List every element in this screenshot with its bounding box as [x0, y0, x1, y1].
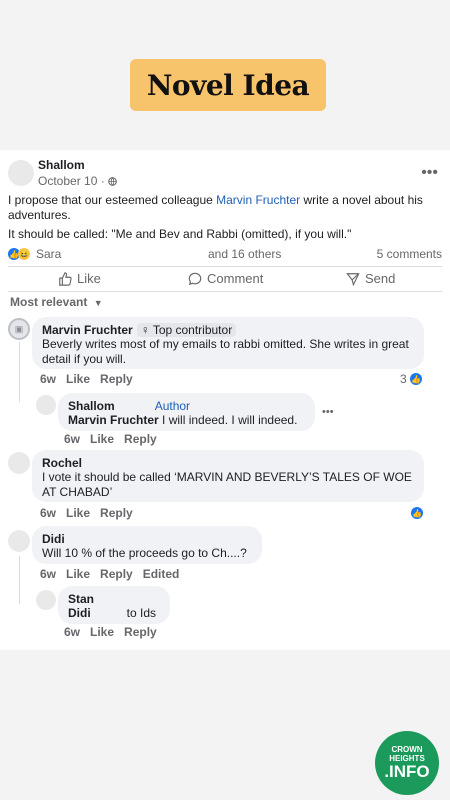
send-label: Send	[365, 271, 396, 286]
comment-icon	[188, 272, 202, 285]
comment-like-button[interactable]: Like	[66, 506, 90, 520]
comment-bubble: Rochel I vote it should be called ‘MARVI…	[32, 450, 424, 502]
logo-line1: CROWN	[391, 745, 423, 754]
comment-like-button[interactable]: Like	[66, 567, 90, 581]
haha-reaction-icon: 😆	[18, 248, 30, 260]
like-button[interactable]: Like	[58, 271, 101, 286]
comment-time[interactable]: 6w	[40, 506, 56, 520]
comment-author-name[interactable]: Didi	[42, 532, 252, 546]
reactions-summary[interactable]: 👍 😆 Sara and 16 others 5 comments	[8, 247, 442, 263]
reply-thread-line	[19, 342, 20, 402]
title-banner: Novel Idea	[130, 59, 326, 111]
comment-text: I vote it should be called ‘MARVIN AND B…	[42, 470, 412, 499]
comment-reply-button[interactable]: Reply	[100, 506, 133, 520]
reactions-others: and 16 others	[208, 247, 282, 261]
comment-bubble: Marvin Fruchter ♀ Top contributor Beverly…	[32, 317, 424, 369]
comment-reply-button[interactable]: Reply	[100, 567, 133, 581]
reply-thread-line	[19, 556, 20, 604]
post-text-part: I propose that our esteemed colleague	[8, 193, 217, 207]
like-reaction-icon[interactable]: 👍	[411, 507, 423, 519]
comment-author-name[interactable]: Shallom	[68, 399, 115, 413]
crown-heights-info-logo: CROWN HEIGHTS .INFO	[375, 731, 439, 795]
more-options-icon[interactable]: •••	[421, 164, 438, 182]
comment-time[interactable]: 6w	[40, 372, 56, 386]
top-contributor-badge: ♀ Top contributor	[136, 323, 237, 337]
post-author-name[interactable]: Shallom	[38, 158, 85, 172]
comment-reply-button[interactable]: Reply	[124, 432, 157, 446]
comment-author[interactable]: Marvin Fruchter ♀ Top contributor	[42, 323, 414, 337]
comment-author-name[interactable]: Marvin Fruchter	[42, 323, 133, 337]
comment-text: Marvin Fruchter I will indeed. I will in…	[68, 413, 305, 428]
comment-author-name[interactable]: Rochel	[42, 456, 414, 470]
author-badge: Author	[154, 399, 191, 413]
mentioned-user[interactable]: Marvin Fruchter	[68, 413, 159, 427]
comment-author-name[interactable]: Stan	[68, 592, 160, 606]
reactions-name: Sara	[36, 247, 62, 261]
comment-like-button[interactable]: Like	[66, 372, 90, 386]
comment-time[interactable]: 6w	[64, 625, 80, 639]
comment-actions: 6w Like Reply	[40, 372, 143, 386]
badge-icon: ♀	[140, 323, 150, 337]
comment-time[interactable]: 6w	[64, 432, 80, 446]
globe-icon	[108, 177, 117, 186]
comment-actions: 6w Like Reply	[64, 432, 167, 446]
banner-title: Novel Idea	[146, 68, 310, 102]
more-options-icon[interactable]: •••	[322, 406, 334, 418]
comment-avatar[interactable]	[8, 530, 30, 552]
comment-author[interactable]: Shallom Author	[68, 399, 305, 413]
user-icon: ▣	[14, 323, 24, 334]
comment-label: Comment	[207, 271, 264, 286]
comment-edited-label: Edited	[142, 567, 180, 581]
comment-text: Will 10 % of the proceeds go to Ch....?	[42, 546, 247, 560]
comment-actions: 6w Like Reply	[64, 625, 167, 639]
comment-avatar[interactable]	[8, 452, 30, 474]
divider	[8, 266, 442, 267]
like-reaction-icon: 👍	[410, 373, 422, 385]
like-label: Like	[77, 271, 101, 286]
mentioned-user-link[interactable]: Marvin Fruchter	[216, 193, 300, 207]
comment-text: Beverly writes most of my emails to rabb…	[42, 337, 409, 366]
comment-actions: 6w Like Reply	[40, 506, 143, 520]
comment-avatar[interactable]	[36, 395, 56, 415]
comment-button[interactable]: Comment	[188, 271, 263, 286]
comment-text-body: to Ids	[126, 606, 157, 620]
comment-text: Didi to Ids	[68, 606, 160, 621]
comment-actions: 6w Like Reply Edited	[40, 567, 189, 581]
comment-avatar[interactable]	[36, 590, 56, 610]
comment-bubble: Stan Didi to Ids	[58, 586, 170, 624]
send-icon	[346, 272, 360, 286]
mentioned-user[interactable]: Didi	[68, 606, 91, 620]
logo-line3: .INFO	[384, 762, 430, 781]
comment-text-body: I will indeed. I will indeed.	[162, 413, 298, 427]
post-date[interactable]: October 10 ·	[38, 174, 117, 188]
comment-reply-button[interactable]: Reply	[100, 372, 133, 386]
send-button[interactable]: Send	[346, 271, 395, 286]
comment-like-button[interactable]: Like	[90, 432, 114, 446]
post-author-avatar[interactable]	[8, 160, 34, 186]
comment-reply-button[interactable]: Reply	[124, 625, 157, 639]
post-body: I propose that our esteemed colleague Ma…	[8, 193, 442, 223]
comment-reaction-count[interactable]: 3	[400, 372, 407, 386]
comment-bubble: Didi Will 10 % of the proceeds go to Ch.…	[32, 526, 262, 564]
comment-sort-dropdown[interactable]: Most relevant ▼	[10, 295, 103, 309]
post-date-text: October 10 ·	[38, 174, 109, 188]
comment-avatar[interactable]: ▣	[8, 318, 30, 340]
comment-bubble: Shallom Author Marvin Fruchter I will ind…	[58, 393, 315, 431]
thumbs-up-icon	[59, 271, 72, 286]
comments-count[interactable]: 5 comments	[377, 247, 442, 261]
divider	[8, 291, 442, 292]
comment-time[interactable]: 6w	[40, 567, 56, 581]
comment-like-button[interactable]: Like	[90, 625, 114, 639]
post-body-line2: It should be called: "Me and Bev and Rab…	[8, 227, 352, 241]
badge-label: Top contributor	[152, 323, 233, 337]
sort-label: Most relevant	[10, 295, 88, 309]
chevron-down-icon: ▼	[93, 298, 103, 308]
